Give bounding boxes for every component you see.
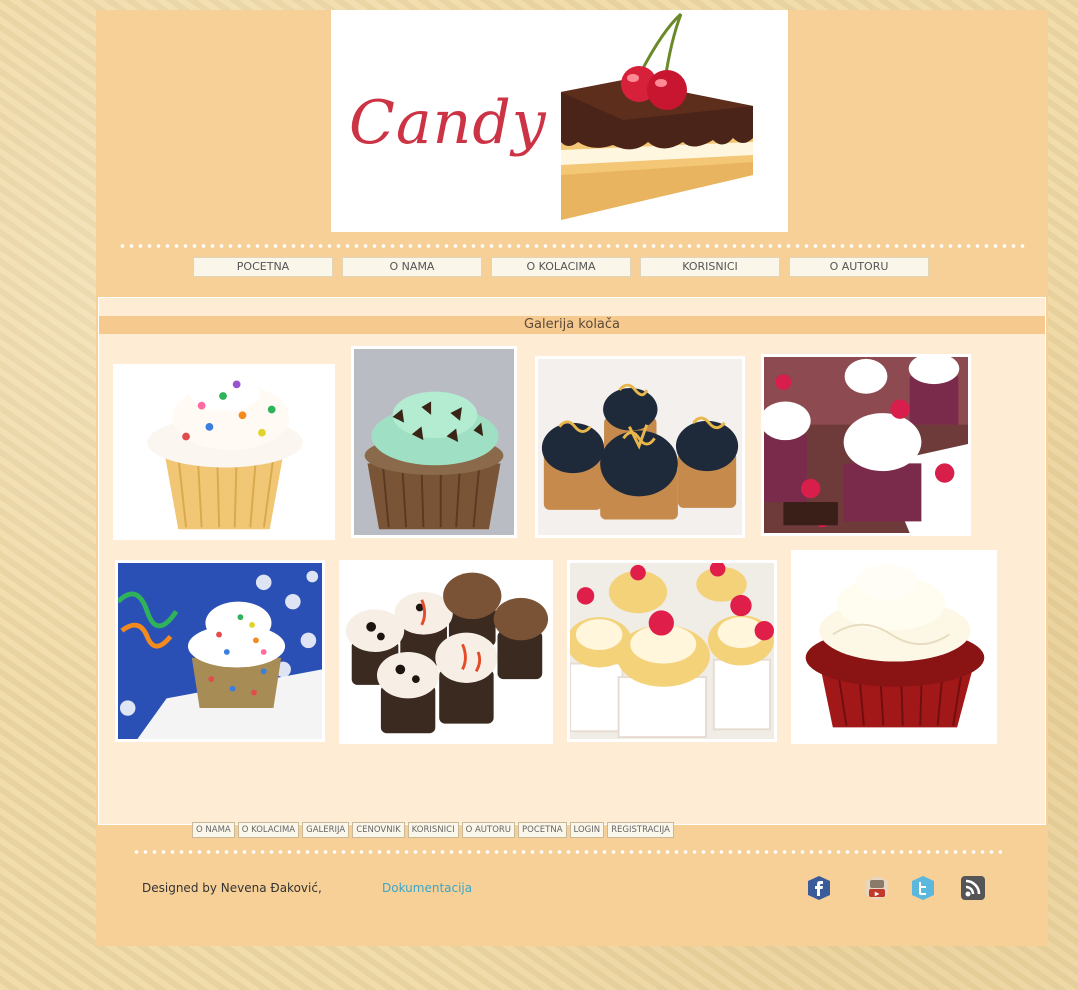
gallery-panel: Galerija kolača bbox=[98, 297, 1046, 825]
gallery-image-mint-chocolate-cupcake[interactable] bbox=[351, 346, 517, 538]
youtube-icon[interactable]: ▶ bbox=[862, 874, 892, 902]
cake-slice-icon bbox=[561, 12, 753, 220]
gallery-image-sprinkles-cupcake[interactable] bbox=[113, 364, 335, 540]
site-logo[interactable]: Candy bbox=[331, 10, 788, 232]
gallery-image-funfetti-cupcake[interactable] bbox=[115, 560, 325, 742]
nav-item-korisnici[interactable]: KORISNICI bbox=[640, 257, 780, 277]
nav-item-o-kolacima[interactable]: O KOLACIMA bbox=[491, 257, 631, 277]
footer-link-korisnici[interactable]: KORISNICI bbox=[407, 822, 459, 838]
footer-link-pocetna[interactable]: POCETNA bbox=[518, 822, 567, 838]
dotted-divider bbox=[132, 850, 1002, 854]
svg-text:▶: ▶ bbox=[875, 891, 880, 898]
documentation-link[interactable]: Dokumentacija bbox=[382, 881, 472, 895]
main-nav: POCETNA O NAMA O KOLACIMA KORISNICI O AU… bbox=[193, 257, 929, 277]
nav-item-o-nama[interactable]: O NAMA bbox=[342, 257, 482, 277]
footer-link-registracija[interactable]: REGISTRACIJA bbox=[607, 822, 674, 838]
gallery-title: Galerija kolača bbox=[99, 316, 1045, 334]
footer-link-o-autoru[interactable]: O AUTORU bbox=[461, 822, 516, 838]
facebook-icon[interactable] bbox=[804, 874, 834, 902]
nav-item-o-autoru[interactable]: O AUTORU bbox=[789, 257, 929, 277]
gallery-image-raspberry-cupcakes[interactable] bbox=[761, 354, 971, 536]
gallery-image-cookies-and-cream-cupcakes[interactable] bbox=[339, 560, 553, 744]
footer-link-login[interactable]: LOGIN bbox=[569, 822, 605, 838]
footer-nav: O NAMA O KOLACIMA GALERIJA CENOVNIK KORI… bbox=[192, 822, 674, 838]
footer-link-o-nama[interactable]: O NAMA bbox=[192, 822, 235, 838]
dotted-divider bbox=[118, 244, 1026, 248]
logo-text: Candy bbox=[349, 88, 547, 158]
footer-link-cenovnik[interactable]: CENOVNIK bbox=[352, 822, 405, 838]
designer-credit: Designed by Nevena Đaković, bbox=[142, 881, 322, 895]
gallery-image-red-velvet-cupcake[interactable] bbox=[791, 550, 997, 744]
page-container: Candy POCETNA O NAMA O KOLACIMA KORISNIC… bbox=[96, 10, 1048, 946]
footer-link-galerija[interactable]: GALERIJA bbox=[302, 822, 350, 838]
gallery-image-lemon-raspberry-cupcakes[interactable] bbox=[567, 560, 777, 742]
gallery-image-dark-fondant-cupcakes[interactable] bbox=[535, 356, 745, 538]
nav-item-pocetna[interactable]: POCETNA bbox=[193, 257, 333, 277]
twitter-icon[interactable] bbox=[908, 874, 938, 902]
rss-icon[interactable] bbox=[958, 874, 988, 902]
footer-link-o-kolacima[interactable]: O KOLACIMA bbox=[237, 822, 300, 838]
